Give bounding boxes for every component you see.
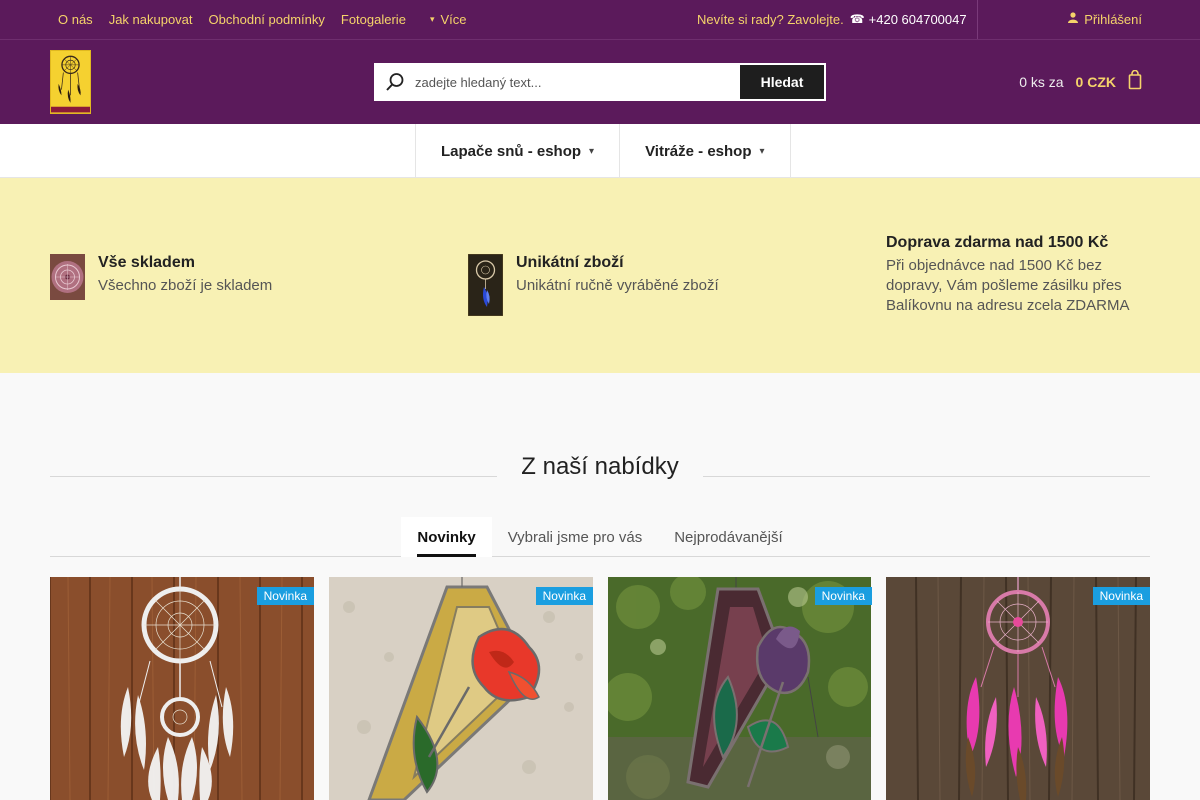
benefit-text: Unikátní ručně vyráběné zboží <box>516 277 719 294</box>
new-badge: Novinka <box>256 587 314 605</box>
tab-recommended[interactable]: Vybrali jsme pro vás <box>492 517 659 557</box>
top-link-more[interactable]: ▾ Více <box>414 12 475 27</box>
cart-price: 0 CZK <box>1075 73 1116 90</box>
dreamcatcher-blue-thumb-image <box>468 254 503 316</box>
product-card[interactable]: Novinka <box>50 577 314 800</box>
section-title: Z naší nabídky <box>501 453 699 481</box>
benefit-in-stock: Vše skladem Všechno zboží je skladem <box>50 254 272 300</box>
top-divider <box>977 0 978 39</box>
chevron-down-icon: ▾ <box>429 13 435 24</box>
tab-bestsellers[interactable]: Nejprodávanější <box>658 517 798 557</box>
benefit-title: Vše skladem <box>98 254 195 271</box>
header: Hledat 0 ks za 0 CZK <box>0 40 1200 124</box>
product-card[interactable]: Novinka <box>608 577 872 800</box>
category-label: Lapače snů - eshop <box>441 142 582 160</box>
benefit-text: Všechno zboží je skladem <box>98 277 273 294</box>
benefits-strip: Vše skladem Všechno zboží je skladem Uni… <box>0 178 1200 373</box>
benefit-text: Při objednávce nad 1500 Kč bez dopravy, … <box>886 257 1130 314</box>
search-input[interactable] <box>415 64 740 100</box>
search-button[interactable]: Hledat <box>740 65 824 99</box>
cart-icon <box>1122 69 1142 93</box>
offer-tabs: Novinky Vybrali jsme pro vás Nejprodávan… <box>50 517 1150 557</box>
product-card[interactable]: Novinka <box>886 577 1150 800</box>
help-contact: Nevíte si rady? Zavolejte. ☎ +420 604700… <box>697 0 967 38</box>
cart-quantity: 0 ks za <box>1019 73 1064 90</box>
dreamcatcher-thumb-image <box>50 254 85 300</box>
category-nav: Lapače snů - eshop ▾ Vitráže - eshop ▾ <box>0 124 1200 178</box>
category-stained-glass[interactable]: Vitráže - eshop ▾ <box>620 124 791 178</box>
logo[interactable] <box>50 50 91 114</box>
search-bar: Hledat <box>374 63 826 101</box>
new-badge: Novinka <box>535 587 593 605</box>
search-icon <box>375 64 415 100</box>
more-label: Více <box>440 11 467 27</box>
stained-glass-purple-tulip-image <box>608 577 871 800</box>
top-link-terms[interactable]: Obchodní podmínky <box>201 12 333 27</box>
phone-icon: ☎ <box>849 12 865 26</box>
benefit-title: Unikátní zboží <box>516 254 624 271</box>
product-card[interactable]: Novinka <box>329 577 593 800</box>
help-text: Nevíte si rady? Zavolejte. <box>697 11 844 27</box>
cart-summary[interactable]: 0 ks za 0 CZK <box>1019 69 1142 93</box>
chevron-down-icon: ▾ <box>759 145 765 157</box>
top-nav: O nás Jak nakupovat Obchodní podmínky Fo… <box>50 0 474 38</box>
stained-glass-red-flower-image <box>329 577 593 800</box>
top-link-how-to-buy[interactable]: Jak nakupovat <box>101 12 201 27</box>
dreamcatcher-logo-icon <box>51 51 90 113</box>
top-bar: O nás Jak nakupovat Obchodní podmínky Fo… <box>0 0 1200 40</box>
top-link-about[interactable]: O nás <box>50 12 101 27</box>
benefit-free-shipping: Doprava zdarma nad 1500 Kč Při objednávc… <box>886 234 1150 316</box>
new-badge: Novinka <box>814 587 872 605</box>
login-link[interactable]: Přihlášení <box>1068 0 1142 38</box>
chevron-down-icon: ▾ <box>589 145 595 157</box>
category-label: Vitráže - eshop <box>645 142 752 160</box>
offer-heading: Z naší nabídky <box>0 453 1200 481</box>
pink-dreamcatcher-image <box>886 577 1150 800</box>
product-grid: Novinka Novinka Novinka Novinka <box>50 577 1150 800</box>
new-badge: Novinka <box>1092 587 1150 605</box>
top-link-gallery[interactable]: Fotogalerie <box>333 12 414 27</box>
tab-new[interactable]: Novinky <box>401 517 492 557</box>
user-icon <box>1068 12 1079 26</box>
phone-number[interactable]: +420 604700047 <box>869 12 967 27</box>
white-dreamcatcher-image <box>50 577 314 800</box>
login-label: Přihlášení <box>1084 11 1142 27</box>
benefit-title: Doprava zdarma nad 1500 Kč <box>886 234 1109 251</box>
benefit-unique: Unikátní zboží Unikátní ručně vyráběné z… <box>468 254 719 316</box>
category-dreamcatchers[interactable]: Lapače snů - eshop ▾ <box>416 124 621 178</box>
